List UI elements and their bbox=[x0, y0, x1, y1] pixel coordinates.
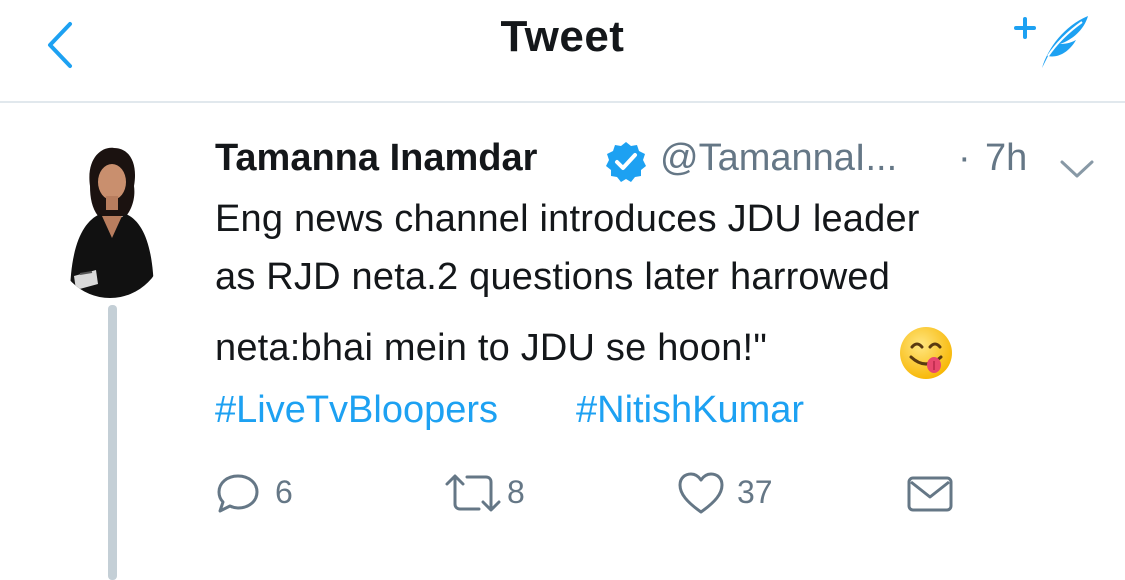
hashtag-link[interactable]: #LiveTvBloopers bbox=[215, 389, 498, 432]
compose-feather-icon[interactable] bbox=[1012, 10, 1092, 74]
reply-button[interactable]: 6 bbox=[215, 470, 315, 520]
chevron-down-icon[interactable] bbox=[1058, 156, 1096, 182]
like-count: 37 bbox=[737, 474, 773, 510]
page-title: Tweet bbox=[500, 12, 625, 61]
hashtag-link[interactable]: #NitishKumar bbox=[576, 389, 804, 432]
timestamp[interactable]: 7h bbox=[985, 137, 1027, 180]
envelope-icon bbox=[907, 476, 953, 512]
top-bar: Tweet bbox=[0, 0, 1125, 103]
avatar[interactable] bbox=[56, 138, 164, 298]
author-name[interactable]: Tamanna Inamdar bbox=[215, 137, 537, 180]
share-via-message-button[interactable] bbox=[905, 470, 955, 520]
like-button[interactable]: 37 bbox=[677, 470, 797, 520]
tweet-text-line: as RJD neta.2 questions later harrowed bbox=[215, 256, 891, 298]
tweet-text-line: Eng news channel introduces JDU leader bbox=[215, 198, 920, 240]
retweet-icon bbox=[445, 474, 501, 512]
thread-line bbox=[108, 305, 117, 580]
reply-count: 6 bbox=[275, 474, 293, 510]
tweet-text-line: neta:bhai mein to JDU se hoon!" bbox=[215, 327, 768, 369]
author-handle[interactable]: @TamannaI... bbox=[660, 137, 940, 180]
avatar-image bbox=[56, 138, 164, 298]
face-savoring-food-emoji bbox=[900, 327, 952, 379]
heart-icon bbox=[678, 472, 724, 514]
separator-dot: · bbox=[958, 137, 971, 179]
verified-badge-icon bbox=[606, 142, 646, 182]
retweet-button[interactable]: 8 bbox=[443, 470, 543, 520]
retweet-count: 8 bbox=[507, 474, 525, 510]
reply-icon bbox=[217, 474, 259, 513]
